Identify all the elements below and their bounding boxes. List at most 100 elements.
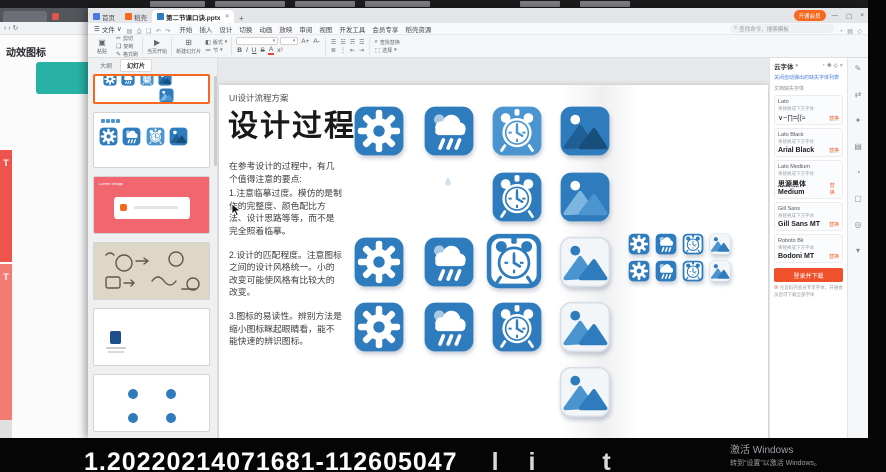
new-tab-button[interactable]: + [234,14,249,23]
slide-thumbnail-6[interactable] [93,374,210,432]
tab-home[interactable]: 首页 [88,10,120,23]
login-download-button[interactable]: 登录并下载 [774,268,843,282]
paragraph-button-3[interactable]: ⇤ [349,47,356,54]
play-from-current-button[interactable]: ▶ 当页开始 [147,38,167,55]
clock-icon[interactable] [682,260,704,282]
ribbon-tab-放映[interactable]: 放映 [279,24,292,34]
slide-thumbnail-1[interactable] [93,74,210,104]
side-rail-icon-7[interactable]: ◎ [855,220,862,229]
panel-header-icon-1[interactable]: ◔ [822,63,825,69]
menubar-right-icon-1[interactable]: ◔ [839,29,843,35]
ribbon-tab-审阅[interactable]: 审阅 [299,24,312,34]
replace-button[interactable]: 替换 [829,147,839,154]
ribbon-tab-会员专享[interactable]: 会员专享 [372,24,398,34]
teal-card[interactable] [36,62,92,94]
ribbon-tab-动画[interactable]: 动画 [259,24,272,34]
image-icon[interactable] [559,366,611,418]
clock-icon[interactable] [491,171,543,223]
browser-tab[interactable] [3,11,47,22]
decrease-font-button[interactable]: A- [312,38,321,45]
image-icon[interactable] [169,127,188,146]
current-slide[interactable]: UI设计流程方案 设计过程 在参考设计的过程中，有几个值得注意的要点: 1.注意… [219,85,768,438]
clock-icon[interactable] [682,233,704,255]
red-card-2[interactable]: T [0,264,12,420]
image-icon[interactable] [159,88,174,103]
close-tab-icon[interactable]: × [226,14,230,20]
bold-button[interactable]: B [236,47,243,54]
section-button[interactable]: ≔节▾ [205,47,227,54]
rain-icon[interactable] [423,105,475,157]
rain-icon[interactable] [655,233,677,255]
gear-icon[interactable] [103,74,117,86]
paragraph-button-2[interactable]: ⋮ [339,47,347,54]
increase-font-button[interactable]: A+ [300,38,310,45]
drop-icon[interactable] [441,175,455,189]
slide-thumbnail-2[interactable] [93,112,210,168]
menubar-right-icon-2[interactable]: ▤ [847,29,853,35]
maximize-button[interactable]: ▢ [844,12,854,20]
clock-icon[interactable] [146,127,165,146]
replace-button[interactable]: 替换 [830,182,839,196]
gear-icon[interactable] [99,127,118,146]
paste-button[interactable]: ▣ 粘贴 [92,38,112,55]
gear-icon[interactable] [628,233,650,255]
side-rail-icon-6[interactable]: ▢ [854,194,862,203]
chevron-down-icon[interactable]: ▾ [796,63,799,69]
align-button-3[interactable]: ☴ [349,39,356,46]
clock-icon[interactable] [491,105,543,157]
paragraph-button-1[interactable]: ≣ [330,47,337,54]
font-color-button[interactable]: A [268,46,274,55]
layout-button[interactable]: ◧版式▾ [205,39,227,46]
ribbon-tab-设计[interactable]: 设计 [219,24,232,34]
ribbon-tab-视图[interactable]: 视图 [319,24,332,34]
side-rail-icon-8[interactable]: ▾ [856,246,860,255]
gear-icon[interactable] [353,105,405,157]
side-rail-icon-2[interactable]: ⇄ [855,90,862,99]
quick-access-icon-1[interactable]: ▤ [127,29,133,35]
find-replace-button[interactable]: ⌕查找替换 [374,39,399,46]
ribbon-tab-开发工具[interactable]: 开发工具 [339,24,365,34]
command-search-input[interactable]: ⌕ 查找命令、搜索模板 [730,24,834,33]
gear-icon[interactable] [353,301,405,353]
side-rail-icon-4[interactable]: ▤ [854,142,862,151]
side-rail-icon-3[interactable]: ✦ [855,116,862,125]
rain-icon[interactable] [423,301,475,353]
underline-button[interactable]: U [251,47,258,54]
select-button[interactable]: ⬚选择▾ [374,47,399,54]
image-icon[interactable] [158,74,172,86]
clock-icon[interactable] [485,232,543,290]
side-rail-icon-5[interactable]: ◔ [856,168,861,177]
align-button-1[interactable]: ☰ [330,39,337,46]
image-icon[interactable] [559,301,611,353]
slide-body-text[interactable]: 在参考设计的过程中，有几个值得注意的要点: 1.注意临摹过度。模仿的是制作的完整… [229,160,343,359]
tab-outline[interactable]: 大纲 [94,60,118,71]
panel-header-icon-2[interactable]: ✱ [827,63,832,69]
quick-access-icon-4[interactable]: ↶ [156,29,161,35]
italic-button[interactable]: I [245,47,249,54]
gear-icon[interactable] [628,260,650,282]
tab-slides[interactable]: 幻灯片 [120,59,152,72]
browser-extension-icon[interactable] [52,13,59,20]
clock-icon[interactable] [491,301,543,353]
browser-nav-icons[interactable]: ‹ › ↻ [4,24,18,32]
quick-access-icon-2[interactable]: ⎙ [137,29,142,35]
font-family-select[interactable]: ▾ [236,37,278,45]
gear-icon[interactable] [353,236,405,288]
font-size-select[interactable]: ▾ [280,37,298,45]
red-card-1[interactable]: T [0,150,12,262]
file-menu-button[interactable]: ☰ 文件 ∨ [94,24,122,34]
menubar-right-icon-3[interactable]: ◇ [857,29,862,35]
format-painter-button[interactable]: ✎格式刷 [116,51,138,58]
image-icon[interactable] [709,233,731,255]
ribbon-tab-开始[interactable]: 开始 [179,24,192,34]
superscript-button[interactable]: x² [276,47,283,54]
thumbnail-scrollbar[interactable] [214,76,217,166]
align-button-2[interactable]: ☱ [339,39,346,46]
rain-icon[interactable] [423,236,475,288]
replace-button[interactable]: 替换 [829,221,839,228]
image-icon[interactable] [559,171,611,223]
close-autopop-link[interactable]: 关闭自动弹出的缺失字体列表 [774,74,843,81]
ribbon-tab-稻壳资源[interactable]: 稻壳资源 [405,24,431,34]
ribbon-tab-插入[interactable]: 插入 [199,24,212,34]
rain-icon[interactable] [122,127,141,146]
